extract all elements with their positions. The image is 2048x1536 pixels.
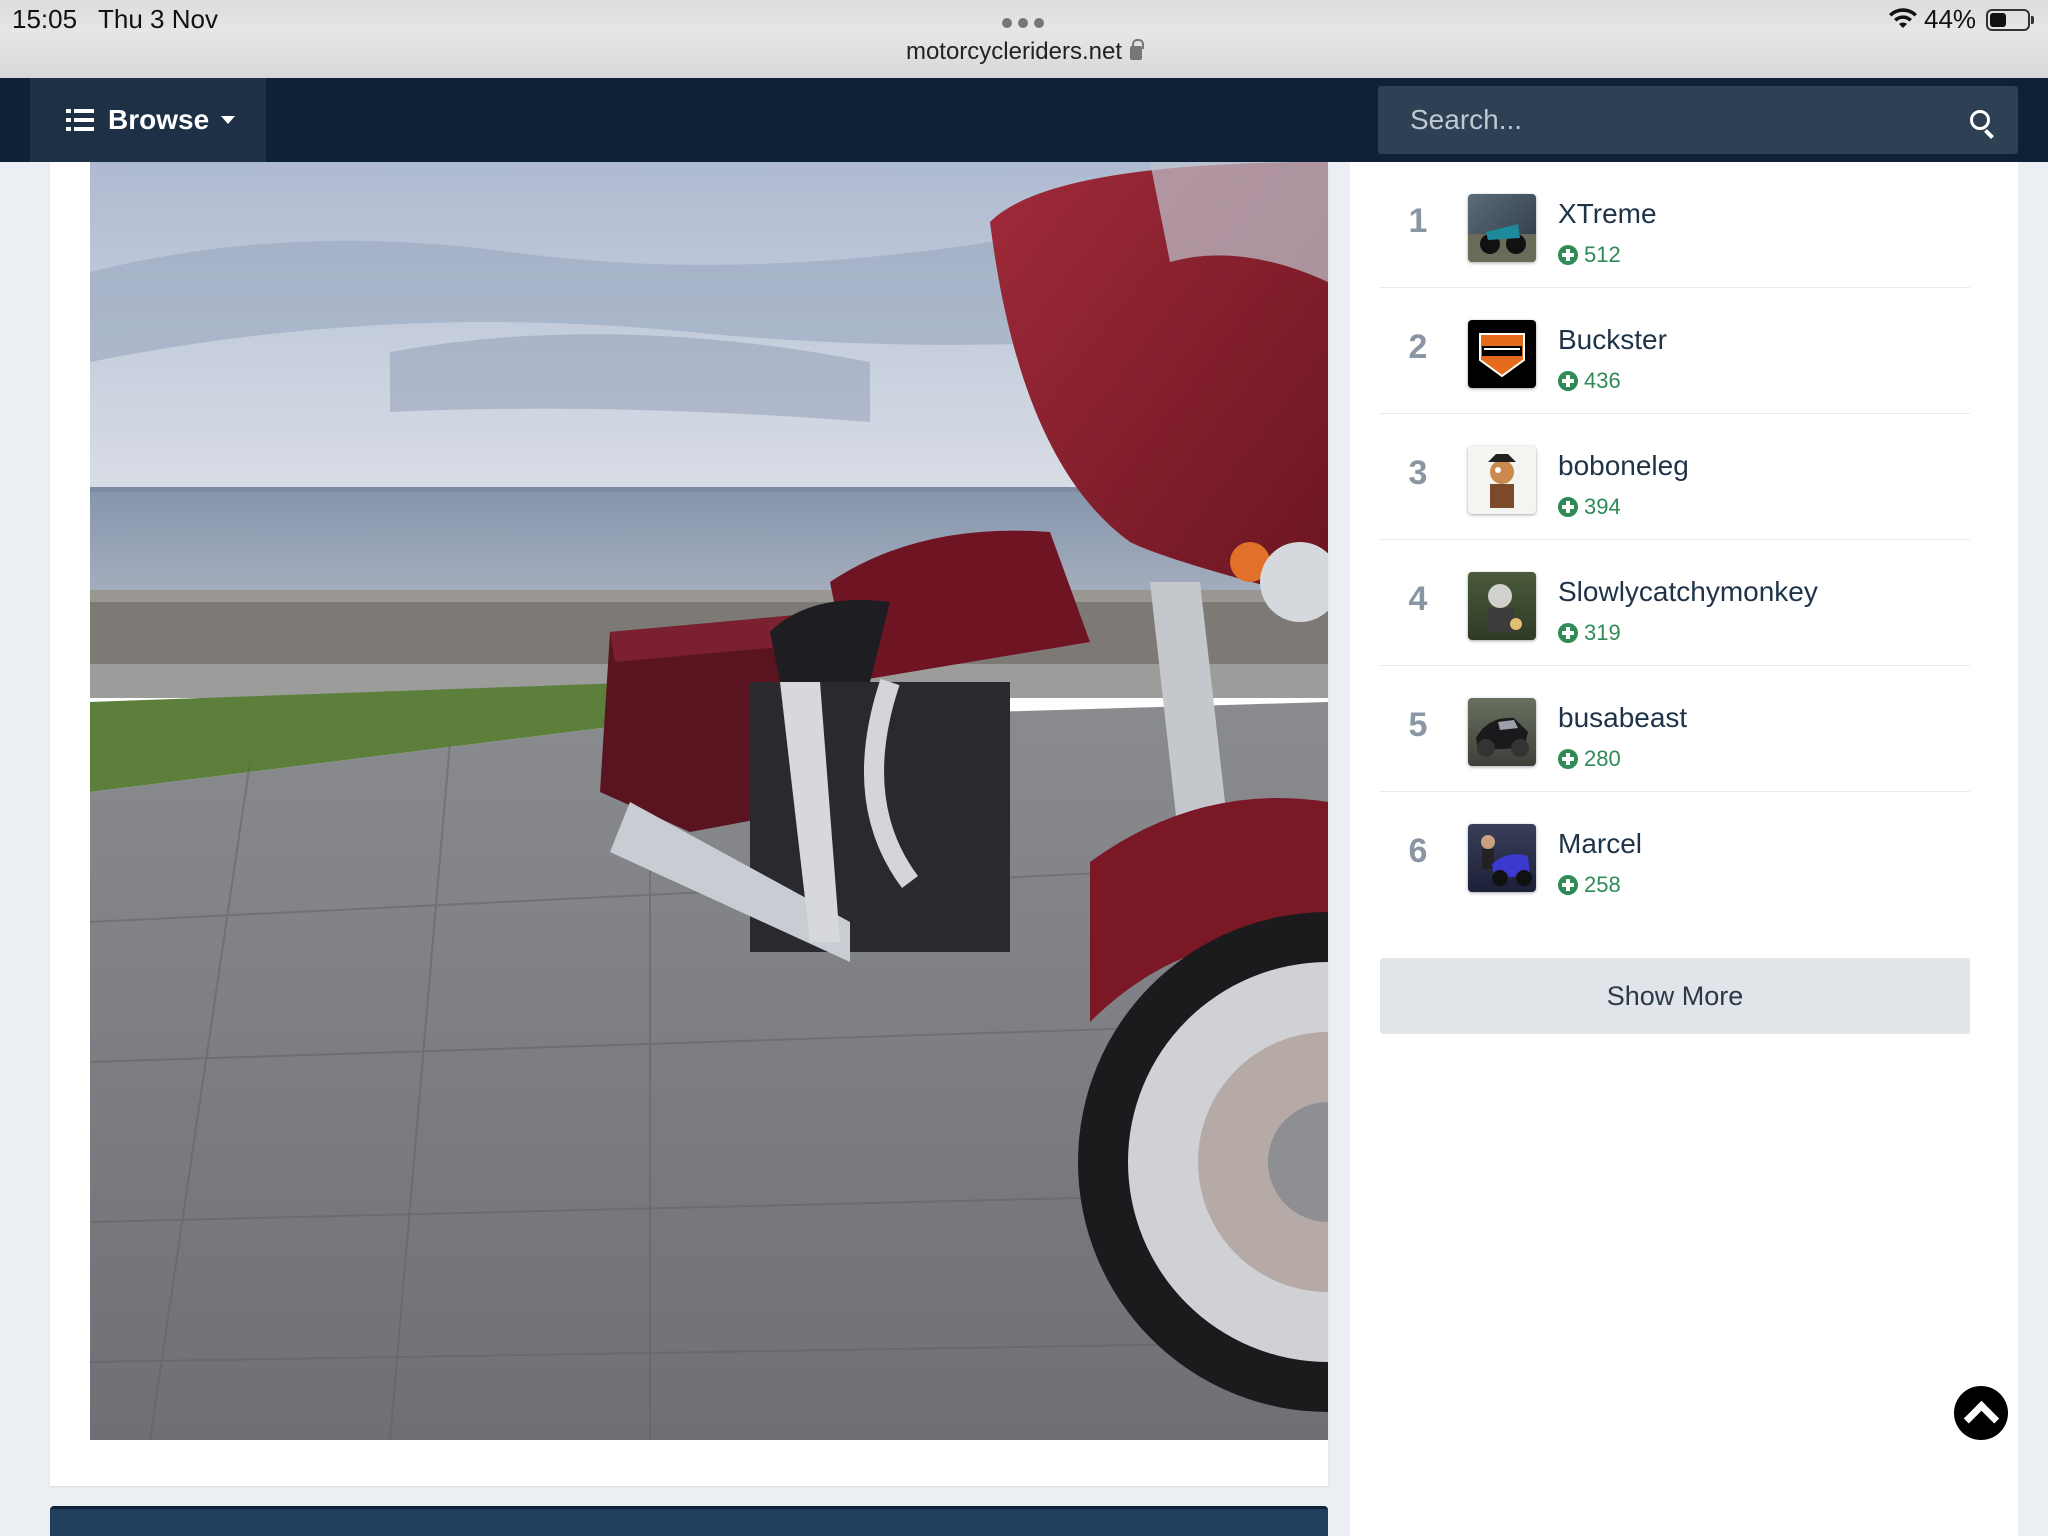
avatar[interactable] bbox=[1468, 320, 1536, 388]
lock-icon bbox=[1130, 39, 1145, 60]
plus-circle-icon bbox=[1558, 245, 1578, 265]
plus-circle-icon bbox=[1558, 749, 1578, 769]
rank-number: 4 bbox=[1408, 580, 1428, 618]
leaderboard-widget: 1 XTreme 512 2 Buckster 436 3 boboneleg … bbox=[1350, 162, 2018, 1536]
reputation-points: 319 bbox=[1584, 620, 1621, 645]
reputation-count: 319 bbox=[1558, 620, 1621, 646]
address-bar[interactable]: motorcycleriders.net bbox=[0, 38, 2048, 66]
member-name[interactable]: XTreme bbox=[1558, 198, 1657, 230]
leaderboard-row[interactable]: 2 Buckster 436 bbox=[1380, 288, 1970, 414]
reputation-points: 280 bbox=[1584, 746, 1621, 771]
battery-percent: 44% bbox=[1924, 4, 1977, 34]
avatar[interactable] bbox=[1468, 446, 1536, 514]
battery-icon bbox=[1986, 9, 2034, 31]
reputation-points: 394 bbox=[1584, 494, 1621, 519]
rank-number: 5 bbox=[1408, 706, 1428, 744]
search-input[interactable] bbox=[1378, 86, 1938, 154]
leaderboard-row[interactable]: 1 XTreme 512 bbox=[1380, 162, 1970, 288]
browse-menu-button[interactable]: Browse bbox=[30, 78, 266, 162]
rank-number: 3 bbox=[1408, 454, 1428, 492]
member-name[interactable]: Buckster bbox=[1558, 324, 1667, 356]
member-name[interactable]: boboneleg bbox=[1558, 450, 1689, 482]
reputation-points: 436 bbox=[1584, 368, 1621, 393]
avatar[interactable] bbox=[1468, 194, 1536, 262]
reputation-count: 280 bbox=[1558, 746, 1621, 772]
reputation-points: 512 bbox=[1584, 242, 1621, 267]
status-time: 15:05 bbox=[12, 4, 78, 34]
rank-number: 2 bbox=[1408, 328, 1428, 366]
status-date: Thu 3 Nov bbox=[98, 4, 218, 34]
avatar[interactable] bbox=[1468, 824, 1536, 892]
site-navbar: Browse bbox=[0, 78, 2048, 162]
rank-number: 1 bbox=[1408, 202, 1428, 240]
caret-down-icon bbox=[221, 116, 236, 124]
status-bar: 15:05 Thu 3 Nov motorcycleriders.net 44% bbox=[0, 0, 2048, 78]
plus-circle-icon bbox=[1558, 371, 1578, 391]
next-section-header bbox=[50, 1506, 1328, 1536]
list-icon bbox=[66, 109, 94, 131]
plus-circle-icon bbox=[1558, 875, 1578, 895]
show-more-button[interactable]: Show More bbox=[1380, 958, 1970, 1034]
post-content-card bbox=[50, 162, 1328, 1486]
reputation-count: 436 bbox=[1558, 368, 1621, 394]
member-name[interactable]: busabeast bbox=[1558, 702, 1687, 734]
leaderboard-row[interactable]: 3 boboneleg 394 bbox=[1380, 414, 1970, 540]
search-box bbox=[1378, 86, 2018, 154]
plus-circle-icon bbox=[1558, 497, 1578, 517]
leaderboard-row[interactable]: 6 Marcel 258 bbox=[1380, 792, 1970, 918]
motorcycle-image bbox=[90, 162, 1328, 1440]
arrow-up-icon[interactable] bbox=[1954, 1386, 2008, 1440]
motorcycle-photo[interactable] bbox=[90, 162, 1328, 1440]
leaderboard-row[interactable]: 4 Slowlycatchymonkey 319 bbox=[1380, 540, 1970, 666]
wifi-icon bbox=[1889, 8, 1917, 28]
reputation-count: 258 bbox=[1558, 872, 1621, 898]
member-name[interactable]: Marcel bbox=[1558, 828, 1642, 860]
rank-number: 6 bbox=[1408, 832, 1428, 870]
reputation-points: 258 bbox=[1584, 872, 1621, 897]
leaderboard-row[interactable]: 5 busabeast 280 bbox=[1380, 666, 1970, 792]
reputation-count: 394 bbox=[1558, 494, 1621, 520]
member-name[interactable]: Slowlycatchymonkey bbox=[1558, 576, 1818, 608]
url-text: motorcycleriders.net bbox=[905, 38, 1123, 65]
avatar[interactable] bbox=[1468, 572, 1536, 640]
search-icon[interactable] bbox=[1970, 110, 1990, 130]
reputation-count: 512 bbox=[1558, 242, 1621, 268]
tab-dots-icon[interactable] bbox=[1002, 18, 1044, 28]
plus-circle-icon bbox=[1558, 623, 1578, 643]
avatar[interactable] bbox=[1468, 698, 1536, 766]
browse-label: Browse bbox=[108, 104, 210, 135]
